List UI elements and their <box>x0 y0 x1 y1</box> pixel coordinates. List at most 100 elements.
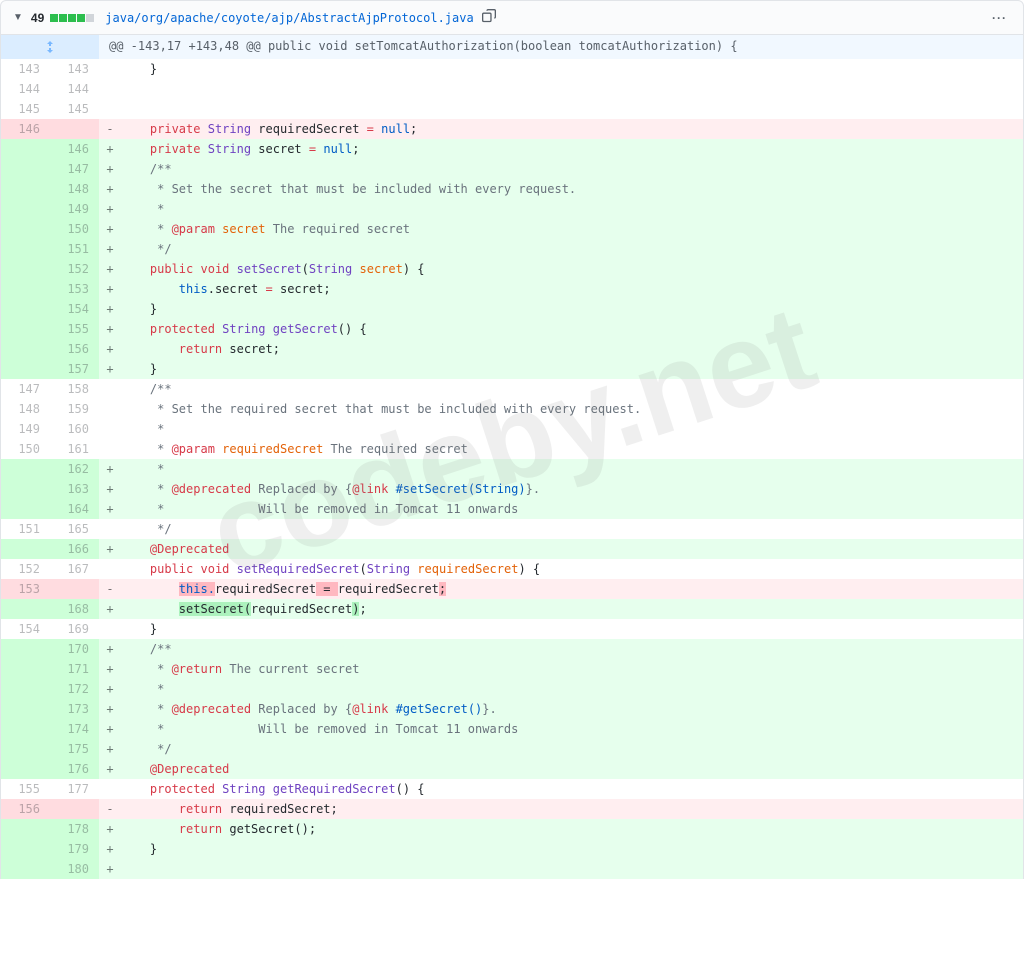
line-number-new[interactable]: 153 <box>50 279 99 299</box>
line-number-old[interactable] <box>1 319 50 339</box>
line-number-old[interactable] <box>1 679 50 699</box>
line-number-old[interactable] <box>1 659 50 679</box>
line-number-new[interactable]: 152 <box>50 259 99 279</box>
line-number-old[interactable] <box>1 739 50 759</box>
diff-line[interactable]: 149160 * <box>1 419 1023 439</box>
line-number-new[interactable]: 149 <box>50 199 99 219</box>
line-number-old[interactable] <box>1 359 50 379</box>
line-number-new[interactable]: 178 <box>50 819 99 839</box>
line-number-old[interactable] <box>1 339 50 359</box>
diff-line[interactable]: 154+ } <box>1 299 1023 319</box>
diff-line[interactable]: 174+ * Will be removed in Tomcat 11 onwa… <box>1 719 1023 739</box>
line-number-old[interactable]: 147 <box>1 379 50 399</box>
diff-line[interactable]: 151+ */ <box>1 239 1023 259</box>
line-number-new[interactable]: 159 <box>50 399 99 419</box>
line-number-old[interactable] <box>1 179 50 199</box>
line-number-old[interactable] <box>1 459 50 479</box>
line-number-new[interactable] <box>50 119 99 139</box>
line-number-new[interactable]: 168 <box>50 599 99 619</box>
line-number-old[interactable]: 151 <box>1 519 50 539</box>
diff-line[interactable]: 180+ <box>1 859 1023 879</box>
line-number-new[interactable]: 144 <box>50 79 99 99</box>
line-number-old[interactable] <box>1 539 50 559</box>
diff-line[interactable]: 144144 <box>1 79 1023 99</box>
line-number-old[interactable]: 148 <box>1 399 50 419</box>
diff-line[interactable]: 155177 protected String getRequiredSecre… <box>1 779 1023 799</box>
line-number-new[interactable]: 166 <box>50 539 99 559</box>
line-number-new[interactable]: 165 <box>50 519 99 539</box>
line-number-new[interactable]: 170 <box>50 639 99 659</box>
diff-line[interactable]: 163+ * @deprecated Replaced by {@link #s… <box>1 479 1023 499</box>
diff-line[interactable]: 156+ return secret; <box>1 339 1023 359</box>
line-number-old[interactable] <box>1 859 50 879</box>
line-number-new[interactable]: 169 <box>50 619 99 639</box>
line-number-old[interactable]: 144 <box>1 79 50 99</box>
line-number-new[interactable]: 154 <box>50 299 99 319</box>
line-number-old[interactable]: 146 <box>1 119 50 139</box>
line-number-new[interactable]: 179 <box>50 839 99 859</box>
diff-line[interactable]: 175+ */ <box>1 739 1023 759</box>
line-number-old[interactable] <box>1 719 50 739</box>
diff-line[interactable]: 155+ protected String getSecret() { <box>1 319 1023 339</box>
file-path-link[interactable]: java/org/apache/coyote/ajp/AbstractAjpPr… <box>105 11 473 25</box>
diff-line[interactable]: 179+ } <box>1 839 1023 859</box>
line-number-new[interactable]: 161 <box>50 439 99 459</box>
line-number-old[interactable] <box>1 299 50 319</box>
line-number-new[interactable]: 147 <box>50 159 99 179</box>
line-number-old[interactable] <box>1 699 50 719</box>
diff-line[interactable]: 153+ this.secret = secret; <box>1 279 1023 299</box>
diff-line[interactable]: 162+ * <box>1 459 1023 479</box>
line-number-new[interactable]: 151 <box>50 239 99 259</box>
line-number-new[interactable]: 156 <box>50 339 99 359</box>
line-number-old[interactable] <box>1 599 50 619</box>
line-number-old[interactable]: 145 <box>1 99 50 119</box>
diff-line[interactable]: 172+ * <box>1 679 1023 699</box>
line-number-new[interactable] <box>50 579 99 599</box>
diff-line[interactable]: 157+ } <box>1 359 1023 379</box>
diff-line[interactable]: 143143 } <box>1 59 1023 79</box>
diff-line[interactable]: 164+ * Will be removed in Tomcat 11 onwa… <box>1 499 1023 519</box>
line-number-new[interactable]: 180 <box>50 859 99 879</box>
line-number-old[interactable]: 152 <box>1 559 50 579</box>
diff-line[interactable]: 176+ @Deprecated <box>1 759 1023 779</box>
copy-path-icon[interactable] <box>482 9 496 26</box>
line-number-old[interactable] <box>1 259 50 279</box>
line-number-old[interactable]: 154 <box>1 619 50 639</box>
diff-line[interactable]: 168+ setSecret(requiredSecret); <box>1 599 1023 619</box>
line-number-old[interactable] <box>1 199 50 219</box>
diff-line[interactable]: 173+ * @deprecated Replaced by {@link #g… <box>1 699 1023 719</box>
line-number-new[interactable]: 171 <box>50 659 99 679</box>
line-number-new[interactable]: 173 <box>50 699 99 719</box>
line-number-new[interactable]: 176 <box>50 759 99 779</box>
line-number-old[interactable] <box>1 839 50 859</box>
line-number-new[interactable]: 150 <box>50 219 99 239</box>
diff-line[interactable]: 145145 <box>1 99 1023 119</box>
diff-line[interactable]: 150161 * @param requiredSecret The requi… <box>1 439 1023 459</box>
line-number-new[interactable]: 174 <box>50 719 99 739</box>
line-number-new[interactable]: 157 <box>50 359 99 379</box>
line-number-new[interactable]: 163 <box>50 479 99 499</box>
diff-line[interactable]: 146- private String requiredSecret = nul… <box>1 119 1023 139</box>
line-number-old[interactable] <box>1 239 50 259</box>
line-number-new[interactable]: 158 <box>50 379 99 399</box>
line-number-old[interactable]: 153 <box>1 579 50 599</box>
diff-line[interactable]: 148+ * Set the secret that must be inclu… <box>1 179 1023 199</box>
line-number-old[interactable] <box>1 759 50 779</box>
file-menu-icon[interactable]: ··· <box>988 11 1011 25</box>
diff-line[interactable]: 152167 public void setRequiredSecret(Str… <box>1 559 1023 579</box>
line-number-old[interactable]: 149 <box>1 419 50 439</box>
diff-line[interactable]: 154169 } <box>1 619 1023 639</box>
line-number-new[interactable]: 160 <box>50 419 99 439</box>
line-number-old[interactable] <box>1 279 50 299</box>
diff-line[interactable]: 150+ * @param secret The required secret <box>1 219 1023 239</box>
line-number-new[interactable]: 148 <box>50 179 99 199</box>
line-number-new[interactable]: 145 <box>50 99 99 119</box>
line-number-old[interactable] <box>1 499 50 519</box>
diff-line[interactable]: 149+ * <box>1 199 1023 219</box>
line-number-old[interactable]: 150 <box>1 439 50 459</box>
diff-line[interactable]: 153- this.requiredSecret = requiredSecre… <box>1 579 1023 599</box>
diff-line[interactable]: 166+ @Deprecated <box>1 539 1023 559</box>
diff-line[interactable]: 156- return requiredSecret; <box>1 799 1023 819</box>
line-number-old[interactable] <box>1 639 50 659</box>
diff-line[interactable]: 146+ private String secret = null; <box>1 139 1023 159</box>
